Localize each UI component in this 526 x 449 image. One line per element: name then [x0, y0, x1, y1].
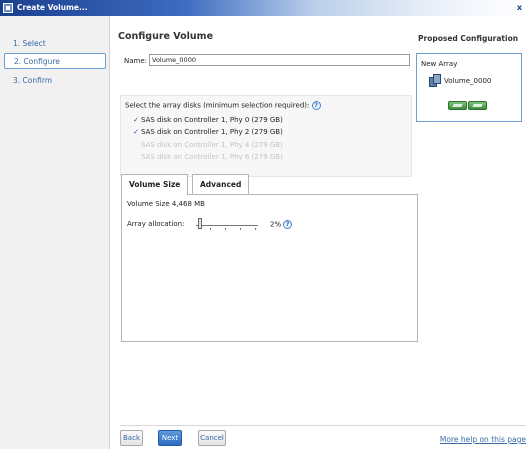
back-button[interactable]: Back	[120, 430, 143, 446]
allocation-percent: 2%?	[270, 220, 293, 229]
slider-track	[196, 225, 258, 226]
nav-step-select[interactable]: 1. Select	[4, 36, 106, 52]
proposed-volume-name[interactable]: Volume_0000	[444, 77, 491, 85]
disk-checkbox-phy0[interactable]: ✓ SAS disk on Controller 1, Phy 0 (279 GB…	[133, 116, 283, 124]
name-label: Name:	[124, 57, 148, 65]
close-icon[interactable]: x	[517, 3, 522, 12]
disk-selection-box: Select the array disks (minimum selectio…	[120, 95, 412, 177]
check-icon: ✓	[133, 116, 139, 124]
footer-divider	[120, 425, 526, 426]
array-allocation-slider[interactable]	[196, 215, 266, 233]
question-mark-icon[interactable]: ?	[311, 101, 321, 110]
wizard-steps-nav: 1. Select 2. Configure 3. Confirm	[0, 16, 110, 449]
slider-thumb[interactable]	[198, 218, 202, 229]
disk-checkbox-phy6: SAS disk on Controller 1, Phy 6 (279 GB)	[133, 153, 283, 161]
volume-size-text: Volume Size 4,468 MB	[127, 200, 205, 208]
cancel-button[interactable]: Cancel	[198, 430, 226, 446]
proposed-config-box: New Array Volume_0000	[416, 53, 522, 122]
nav-step-configure[interactable]: 2. Configure	[4, 53, 106, 69]
proposed-config-title: Proposed Configuration	[418, 34, 519, 43]
array-allocation-label: Array allocation:	[127, 220, 185, 228]
disk-label: SAS disk on Controller 1, Phy 4 (279 GB)	[141, 141, 283, 149]
nav-step-confirm[interactable]: 3. Confirm	[4, 73, 106, 89]
volume-name-input[interactable]	[149, 54, 410, 66]
disk-label: SAS disk on Controller 1, Phy 6 (279 GB)	[141, 153, 283, 161]
disk-checkbox-phy2[interactable]: ✓ SAS disk on Controller 1, Phy 2 (279 GB…	[133, 128, 283, 136]
new-array-label: New Array	[421, 60, 458, 68]
disk-prompt-text: Select the array disks (minimum selectio…	[125, 101, 310, 110]
disk-label: SAS disk on Controller 1, Phy 0 (279 GB)	[141, 116, 283, 124]
app-window-icon	[3, 3, 13, 13]
disk-icon	[468, 101, 487, 110]
next-button[interactable]: Next	[158, 430, 182, 446]
allocation-percent-text: 2%	[270, 220, 282, 229]
tab-volume-size[interactable]: Volume Size	[121, 174, 189, 195]
disk-selection-prompt: Select the array disks (minimum selectio…	[125, 101, 321, 110]
question-mark-icon[interactable]: ?	[283, 220, 293, 229]
disk-label: SAS disk on Controller 1, Phy 2 (279 GB)	[141, 128, 283, 136]
main-panel: Configure Volume Name: Select the array …	[112, 16, 526, 449]
page-title: Configure Volume	[118, 31, 214, 42]
disk-checkbox-phy4: SAS disk on Controller 1, Phy 4 (279 GB)	[133, 141, 283, 149]
volume-size-panel: Volume Size 4,468 MB Array allocation: 2…	[121, 194, 418, 342]
volume-stack-icon	[429, 74, 441, 87]
check-icon: ✓	[133, 128, 139, 136]
more-help-link[interactable]: More help on this page	[440, 435, 526, 444]
disk-icon	[448, 101, 467, 110]
window-title: Create Volume...	[17, 3, 88, 12]
tab-advanced[interactable]: Advanced	[192, 174, 250, 194]
title-bar: Create Volume... x	[0, 0, 526, 16]
